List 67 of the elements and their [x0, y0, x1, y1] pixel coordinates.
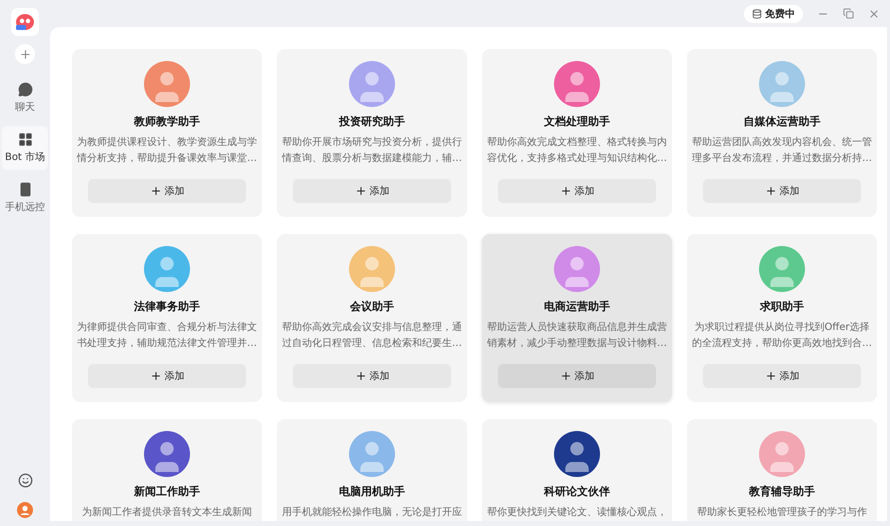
add-button[interactable]: 添加	[498, 179, 656, 203]
bot-description: 用手机就能轻松操作电脑，无论是打开应	[281, 506, 463, 520]
bot-title: 文档处理助手	[544, 115, 610, 129]
bot-description: 为教师提供课程设计、教学资源生成与学情分析支持，帮助提升备课效率与课堂…	[76, 136, 258, 166]
plan-badge[interactable]: 免费中	[744, 4, 803, 22]
bot-card[interactable]: 法律事务助手 为律师提供合同审查、合规分析与法律文书处理支持，辅助规范法律文件管理并… 添加	[72, 234, 262, 402]
bot-description: 帮助你高效完成文档整理、格式转换与内容优化，支持多格式处理与知识结构化…	[486, 136, 668, 166]
plus-icon	[150, 370, 162, 382]
user-avatar-icon[interactable]	[17, 502, 33, 518]
bot-description: 帮助运营团队高效发现内容机会、统一管理多平台发布流程，并通过数据分析持…	[691, 136, 873, 166]
bot-description: 帮助你高效完成会议安排与信息整理，通过自动化日程管理、信息检索和纪要生…	[281, 320, 463, 351]
smiley-icon[interactable]	[18, 473, 32, 488]
add-button[interactable]: 添加	[293, 179, 451, 203]
bot-title: 新闻工作助手	[134, 485, 200, 499]
plus-icon	[560, 370, 572, 382]
bot-description: 为律师提供合同审查、合规分析与法律文书处理支持，辅助规范法律文件管理并…	[76, 320, 258, 351]
bot-card[interactable]: 科研论文伙伴 帮你更快找到关键论文、读懂核心观点，	[482, 419, 672, 521]
add-button[interactable]: 添加	[703, 364, 861, 388]
bot-card[interactable]: 文档处理助手 帮助你高效完成文档整理、格式转换与内容优化，支持多格式处理与知识结构化… 添加	[482, 49, 672, 217]
bot-card[interactable]: 电脑用机助手 用手机就能轻松操作电脑，无论是打开应	[277, 419, 467, 521]
plus-icon	[764, 185, 776, 197]
bot-title: 投资研究助手	[339, 115, 405, 129]
bot-card[interactable]: 教师教学助手 为教师提供课程设计、教学资源生成与学情分析支持，帮助提升备课效率与课堂… 添加	[72, 49, 262, 217]
add-button[interactable]: 添加	[498, 364, 656, 388]
plus-icon	[150, 185, 162, 197]
bot-description: 帮你更快找到关键论文、读懂核心观点，	[486, 506, 668, 520]
bot-description: 为求职过程提供从岗位寻找到Offer选择的全流程支持，帮助你更高效地找到合…	[691, 320, 873, 351]
bot-title: 会议助手	[350, 300, 394, 314]
sidebar-item[interactable]: 聊天	[2, 76, 48, 120]
sidebar-item[interactable]: Bot 市场	[2, 126, 48, 170]
bot-title: 电商运营助手	[544, 300, 610, 314]
bot-title: 教师教学助手	[134, 115, 200, 129]
bot-card[interactable]: 自媒体运营助手 帮助运营团队高效发现内容机会、统一管理多平台发布流程，并通过数据分析持… 添加	[687, 49, 877, 217]
bot-title: 教育辅导助手	[749, 485, 815, 499]
plus-icon	[18, 48, 32, 60]
bot-card[interactable]: 会议助手 帮助你高效完成会议安排与信息整理，通过自动化日程管理、信息检索和纪要生… 添加	[277, 234, 467, 402]
bot-description: 为新闻工作者提供录音转文本生成新闻	[81, 506, 253, 520]
bot-description: 帮助你开展市场研究与投资分析，提供行情查询、股票分析与数据建模能力，辅…	[281, 136, 463, 166]
bot-description: 帮助家长更轻松地管理孩子的学习与作	[696, 506, 868, 520]
bot-title: 电脑用机助手	[339, 485, 405, 499]
bot-title: 自媒体运营助手	[744, 115, 820, 129]
add-button[interactable]: 添加	[88, 179, 246, 203]
restore-icon[interactable]	[843, 8, 854, 19]
plus-icon	[354, 370, 366, 382]
bot-card[interactable]: 投资研究助手 帮助你开展市场研究与投资分析，提供行情查询、股票分析与数据建模能力，辅… 添加	[277, 49, 467, 217]
plus-icon	[764, 370, 776, 382]
plus-icon	[354, 185, 366, 197]
bot-title: 求职助手	[760, 300, 804, 314]
add-button[interactable]: 添加	[703, 179, 861, 203]
grid-icon	[18, 132, 32, 147]
close-icon[interactable]	[868, 8, 880, 20]
coin-stack-icon	[752, 8, 762, 18]
bot-title: 法律事务助手	[134, 300, 200, 314]
plus-icon	[560, 185, 572, 197]
add-button[interactable]: 添加	[88, 364, 246, 388]
bot-card[interactable]: 新闻工作助手 为新闻工作者提供录音转文本生成新闻	[72, 419, 262, 521]
add-button[interactable]: 添加	[293, 364, 451, 388]
bot-description: 帮助运营人员快速获取商品信息并生成营销素材，减少手动整理数据与设计物料…	[486, 320, 668, 351]
phone-icon	[18, 182, 32, 197]
bot-title: 科研论文伙伴	[544, 485, 610, 499]
bot-card[interactable]: 教育辅导助手 帮助家长更轻松地管理孩子的学习与作	[687, 419, 877, 521]
sidebar-item[interactable]: 手机远控	[2, 176, 48, 220]
robot-logo-icon	[14, 12, 36, 32]
chat-bubble-icon	[18, 82, 32, 97]
new-chat-button[interactable]	[15, 44, 35, 64]
bot-card[interactable]: 求职助手 为求职过程提供从岗位寻找到Offer选择的全流程支持，帮助你更高效地找到合… 添加	[687, 234, 877, 402]
bot-card[interactable]: 电商运营助手 帮助运营人员快速获取商品信息并生成营销素材，减少手动整理数据与设计物料… 添加	[482, 234, 672, 402]
